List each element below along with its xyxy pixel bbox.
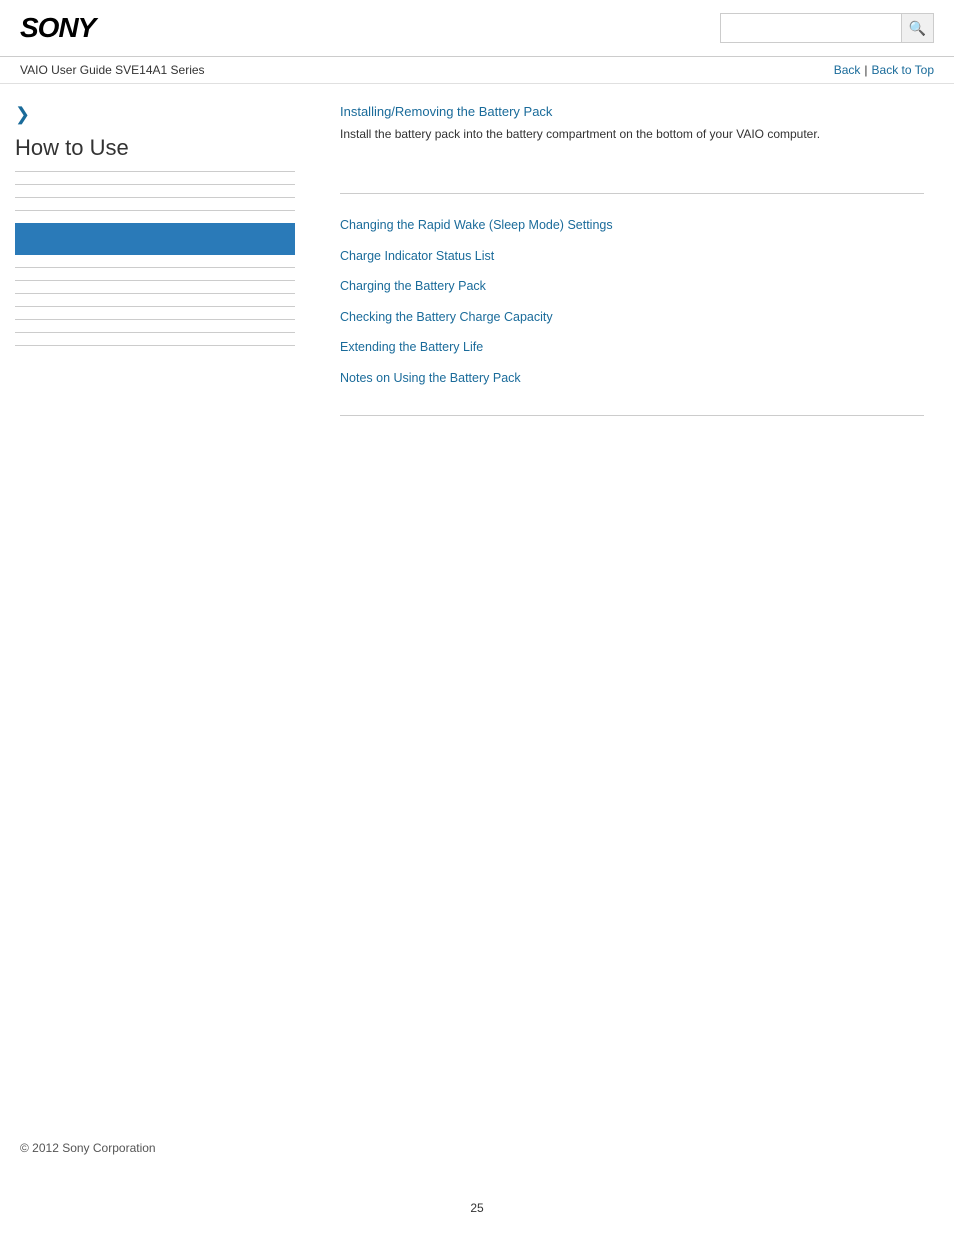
link-rapid-wake[interactable]: Changing the Rapid Wake (Sleep Mode) Set… — [340, 214, 924, 237]
nav-separator: | — [864, 63, 867, 77]
footer: © 2012 Sony Corporation — [0, 1121, 176, 1175]
main-container: ❯ How to Use Installing/Removing the Bat… — [0, 84, 954, 1184]
guide-title: VAIO User Guide SVE14A1 Series — [20, 63, 205, 77]
sidebar-title: How to Use — [15, 135, 295, 172]
sidebar-divider-8 — [15, 319, 295, 320]
sidebar-divider-9 — [15, 332, 295, 333]
secondary-links-section: Changing the Rapid Wake (Sleep Mode) Set… — [340, 214, 924, 395]
search-button[interactable]: 🔍 — [901, 14, 933, 42]
sidebar-divider-3 — [15, 210, 295, 211]
sidebar-divider-1 — [15, 184, 295, 185]
primary-section: Installing/Removing the Battery Pack Ins… — [340, 104, 924, 163]
back-to-top-link[interactable]: Back to Top — [872, 63, 934, 77]
chevron-right-icon[interactable]: ❯ — [15, 104, 295, 125]
link-extend-battery-life[interactable]: Extending the Battery Life — [340, 336, 924, 359]
header: SONY 🔍 — [0, 0, 954, 57]
content-divider-bottom — [340, 415, 924, 416]
search-box: 🔍 — [720, 13, 934, 43]
search-icon: 🔍 — [909, 20, 926, 37]
link-charge-indicator[interactable]: Charge Indicator Status List — [340, 245, 924, 268]
sidebar-divider-10 — [15, 345, 295, 346]
sub-header: VAIO User Guide SVE14A1 Series Back | Ba… — [0, 57, 954, 84]
page-number: 25 — [0, 1201, 954, 1215]
sidebar-active-item[interactable] — [15, 223, 295, 255]
back-link[interactable]: Back — [834, 63, 861, 77]
link-notes-battery[interactable]: Notes on Using the Battery Pack — [340, 367, 924, 390]
copyright-text: © 2012 Sony Corporation — [20, 1141, 156, 1155]
sidebar-divider-4 — [15, 267, 295, 268]
content-area: Installing/Removing the Battery Pack Ins… — [310, 84, 954, 1184]
sidebar-divider-6 — [15, 293, 295, 294]
sidebar-divider-7 — [15, 306, 295, 307]
link-charging-battery[interactable]: Charging the Battery Pack — [340, 275, 924, 298]
sidebar-divider-2 — [15, 197, 295, 198]
link-check-charge-capacity[interactable]: Checking the Battery Charge Capacity — [340, 306, 924, 329]
search-input[interactable] — [721, 14, 901, 42]
primary-description: Install the battery pack into the batter… — [340, 125, 924, 143]
content-divider-top — [340, 193, 924, 194]
nav-links: Back | Back to Top — [834, 63, 934, 77]
sony-logo: SONY — [20, 12, 95, 44]
primary-content-link[interactable]: Installing/Removing the Battery Pack — [340, 104, 924, 119]
sidebar: ❯ How to Use — [0, 84, 310, 1184]
sidebar-divider-5 — [15, 280, 295, 281]
